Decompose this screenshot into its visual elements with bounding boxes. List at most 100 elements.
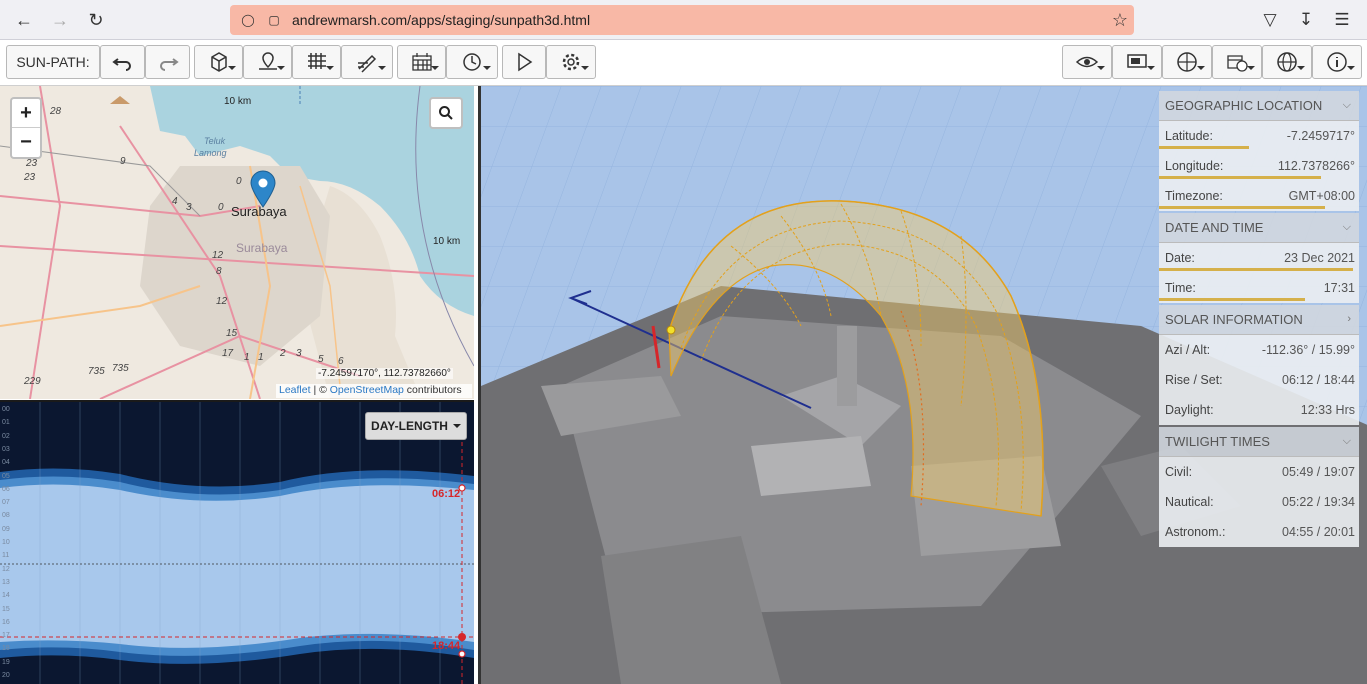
geo-row[interactable]: Longitude: 112.7378266° [1159,151,1359,181]
geo-row[interactable]: Timezone: GMT+08:00 [1159,181,1359,211]
geo-row[interactable]: Latitude: -7.2459717° [1159,121,1359,151]
road-number-label: 1 [258,352,264,363]
url-bar[interactable]: ◯ ▢ andrewmarsh.com/apps/staging/sunpath… [230,5,1134,35]
url-text[interactable]: andrewmarsh.com/apps/staging/sunpath3d.h… [292,12,590,28]
attribution-contributors: contributors [403,384,462,396]
location-button[interactable] [243,45,292,79]
downloads-icon[interactable]: ↧ [1292,6,1320,34]
road-number-label: 0 [218,202,224,213]
row-label: Astronom.: [1165,525,1226,539]
hour-tick-label: 18 [2,645,10,653]
calendar-icon [411,53,432,71]
row-value[interactable]: 17:31 [1324,281,1355,295]
app-toolbar: SUN-PATH: [0,40,1367,86]
datetime-section-header[interactable]: DATE AND TIME ⌵ [1159,213,1359,243]
hour-tick-label: 09 [2,525,10,533]
lock-icon[interactable]: ▢ [266,12,282,28]
settings-button[interactable] [546,45,596,79]
back-icon[interactable]: ← [10,6,38,34]
edit-button[interactable] [341,45,393,79]
redo-button[interactable] [145,45,190,79]
place-label-lamong: Lamong [194,148,227,158]
row-label: Date: [1165,251,1195,265]
info-button[interactable] [1312,45,1362,79]
info-panel: GEOGRAPHIC LOCATION ⌵ Latitude: -7.245971… [1159,91,1359,547]
road-number-label: 17 [222,348,234,359]
osm-link[interactable]: OpenStreetMap [330,384,404,396]
map-attribution: Leaflet | © OpenStreetMap contributors [276,384,472,398]
model-button[interactable] [194,45,243,79]
value-slider-bar[interactable] [1159,206,1325,209]
pocket-icon[interactable]: ▽ [1256,6,1284,34]
gear-icon [562,53,580,71]
value-slider-bar[interactable] [1159,268,1353,271]
twilight-section-header[interactable]: TWILIGHT TIMES ⌵ [1159,427,1359,457]
day-length-dropdown[interactable]: DAY-LENGTH [365,412,467,440]
menu-icon[interactable]: ☰ [1328,6,1356,34]
hour-tick-label: 08 [2,512,10,520]
zoom-out-button[interactable]: − [12,128,40,157]
view-button[interactable] [1062,45,1112,79]
time-button[interactable] [446,45,498,79]
zoom-in-button[interactable]: + [12,99,40,128]
chevron-down-icon: ⌵ [1342,221,1351,233]
info-icon [1327,52,1347,72]
row-value: -112.36° / 15.99° [1261,343,1355,357]
row-value[interactable]: GMT+08:00 [1289,189,1355,203]
app-label-button[interactable]: SUN-PATH: [6,45,100,79]
value-slider-bar[interactable] [1159,176,1321,179]
row-label: Timezone: [1165,189,1223,203]
day-length-chart[interactable]: 00 01 02 03 04 05 06 07 08 09 10 11 12 13 14 15 16 17 18 19… [0,400,474,684]
solar-row: Rise / Set: 06:12 / 18:44 [1159,365,1359,395]
road-number-label: 23 [26,158,38,169]
date-button[interactable] [397,45,446,79]
hour-tick-label: 20 [2,672,10,679]
schedule-button[interactable] [1212,45,1262,79]
reload-icon[interactable]: ↻ [82,6,110,34]
road-number-label: 28 [50,106,62,117]
browser-chrome: ← → ↻ ◯ ▢ andrewmarsh.com/apps/staging/s… [0,0,1367,40]
hour-tick-label: 15 [2,605,10,613]
value-slider-bar[interactable] [1159,146,1249,149]
forward-icon[interactable]: → [46,6,74,34]
location-map[interactable]: 10 km 10 km Teluk Lamong Surabaya Suraba… [0,86,474,399]
shield-icon[interactable]: ◯ [240,12,256,28]
dt-row[interactable]: Time: 17:31 [1159,273,1359,303]
map-search-button[interactable] [429,97,463,129]
map-coordinates: -7.24597170°, 112.73782660° [316,368,453,379]
solar-section-header[interactable]: SOLAR INFORMATION › [1159,305,1359,335]
hour-tick-label: 04 [2,459,10,467]
display-button[interactable] [1112,45,1162,79]
row-label: Nautical: [1165,495,1214,509]
monitor-icon [1127,54,1147,68]
geo-rows: Latitude: -7.2459717° Longitude: 112.737826… [1159,121,1359,211]
road-number-label: 12 [216,296,228,307]
sun-dial-button[interactable] [1162,45,1212,79]
row-value[interactable]: 112.7378266° [1278,159,1355,173]
row-value[interactable]: 23 Dec 2021 [1284,251,1355,265]
sun-path-icon [1177,52,1197,72]
play-icon [518,52,533,72]
globe-icon [1277,52,1297,72]
play-button[interactable] [502,45,546,79]
row-value[interactable]: -7.2459717° [1287,129,1355,143]
undo-button[interactable] [100,45,145,79]
dt-row[interactable]: Date: 23 Dec 2021 [1159,243,1359,273]
road-number-label: 5 [318,354,324,365]
row-value: 05:49 / 19:07 [1282,465,1355,479]
road-number-label: 735 [88,366,105,377]
hour-tick-label: 19 [2,658,10,666]
leaflet-link[interactable]: Leaflet [279,384,311,396]
geo-section-header[interactable]: GEOGRAPHIC LOCATION ⌵ [1159,91,1359,121]
clock-icon [463,53,481,71]
grid-button[interactable] [292,45,341,79]
location-marker-icon[interactable] [250,170,276,208]
value-slider-bar[interactable] [1159,298,1305,301]
globe-button[interactable] [1262,45,1312,79]
bookmark-star-icon[interactable]: ☆ [1112,10,1128,31]
road-number-label: 3 [186,202,192,213]
road-number-label: 0 [236,176,242,187]
place-label-teluk: Teluk [204,136,226,146]
twi-row: Nautical: 05:22 / 19:34 [1159,487,1359,517]
twi-row: Civil: 05:49 / 19:07 [1159,457,1359,487]
